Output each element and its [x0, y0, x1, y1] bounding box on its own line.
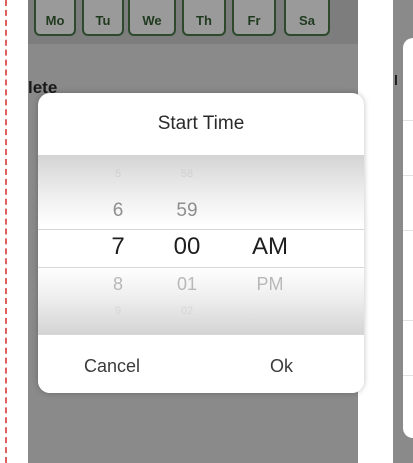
picker-ampm-selected[interactable]: AM: [240, 233, 300, 261]
right-divider: [403, 175, 413, 176]
day-button-we[interactable]: We: [128, 0, 176, 36]
day-button-sa[interactable]: Sa: [284, 0, 330, 36]
right-divider: [403, 120, 413, 121]
right-divider: [403, 320, 413, 321]
day-button-th[interactable]: Th: [182, 0, 226, 36]
page-edge-guide: [5, 0, 7, 463]
picker-ampm-item[interactable]: PM: [240, 274, 300, 295]
right-divider: [403, 375, 413, 376]
picker-hour-item[interactable]: 9: [88, 305, 148, 317]
day-button-mo[interactable]: Mo: [34, 0, 76, 36]
picker-hour-item[interactable]: 6: [88, 200, 148, 222]
day-button-tu[interactable]: Tu: [82, 0, 124, 36]
picker-hour-item[interactable]: 5: [88, 168, 148, 180]
dialog-title: Start Time: [157, 113, 245, 134]
ok-button[interactable]: Ok: [270, 356, 293, 377]
picker-hour-selected[interactable]: 7: [88, 233, 148, 261]
picker-minute-item[interactable]: 59: [157, 200, 217, 222]
right-phone-screen: [393, 0, 413, 463]
right-dialog-edge: [403, 38, 413, 438]
picker-hour-item[interactable]: 8: [88, 274, 148, 295]
picker-minute-item[interactable]: 01: [157, 274, 217, 295]
right-divider: [403, 230, 413, 231]
cancel-button[interactable]: Cancel: [84, 356, 140, 377]
picker-minute-item[interactable]: 02: [157, 305, 217, 317]
picker-minute-selected[interactable]: 00: [157, 233, 217, 261]
weekday-selector: Mo Tu We Th Fr Sa: [28, 0, 358, 44]
right-list-label: l: [394, 72, 398, 88]
picker-minute-item[interactable]: 58: [157, 168, 217, 180]
day-button-fr[interactable]: Fr: [232, 0, 276, 36]
